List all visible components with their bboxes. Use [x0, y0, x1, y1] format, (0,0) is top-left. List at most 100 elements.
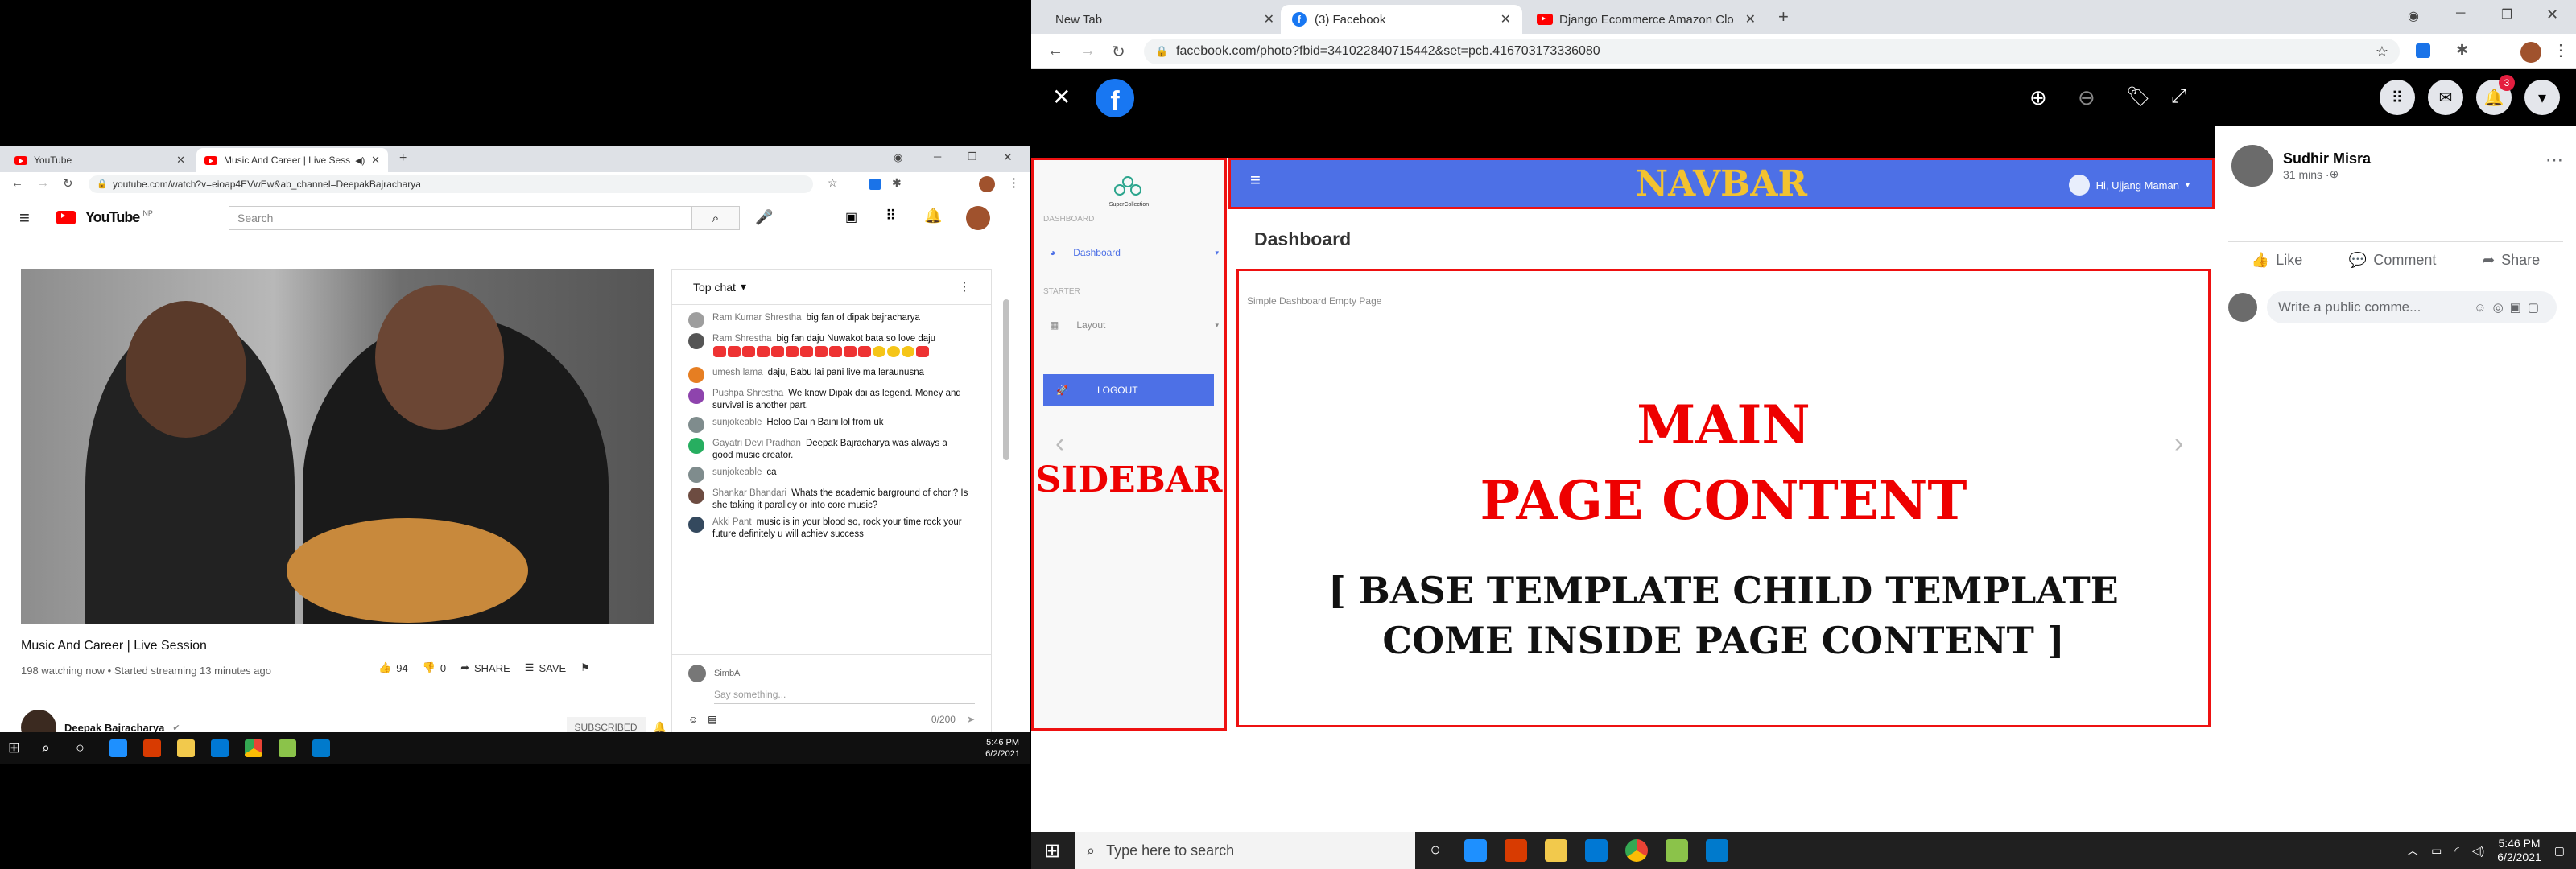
extension-icon[interactable] — [869, 179, 881, 190]
post-time[interactable]: 31 mins · — [2283, 168, 2330, 181]
network-icon[interactable]: ◜ — [2454, 844, 2458, 858]
maximize-icon[interactable]: ❐ — [2501, 6, 2512, 23]
close-window-icon[interactable]: ✕ — [1003, 150, 1013, 164]
flag-icon[interactable]: ⚑ — [580, 661, 590, 674]
emoji-icon[interactable]: ☺ — [688, 714, 698, 725]
tray-chevron-icon[interactable]: ︿ — [2407, 842, 2418, 859]
mail-icon[interactable] — [211, 739, 229, 757]
windows-start-icon[interactable]: ⊞ — [1044, 839, 1067, 862]
share-button[interactable]: ➦ Share — [2483, 252, 2540, 269]
create-video-icon[interactable]: ▣ — [845, 209, 857, 225]
forward-icon[interactable]: → — [1080, 42, 1096, 60]
sticker-icon[interactable]: ▤ — [708, 714, 716, 725]
search-button[interactable]: ⌕ — [691, 206, 740, 230]
apps-grid-icon[interactable]: ⠿ — [886, 208, 896, 224]
profile-avatar[interactable] — [979, 176, 995, 192]
tab-live-session[interactable]: Music And Career | Live Sess ◀) ✕ — [196, 148, 388, 172]
battery-icon[interactable]: ▭ — [2431, 844, 2442, 858]
reload-icon[interactable]: ↻ — [1112, 42, 1125, 62]
office-icon[interactable] — [1505, 839, 1527, 862]
close-icon[interactable]: ✕ — [371, 154, 380, 167]
like-button[interactable]: 👍 Like — [2252, 252, 2302, 269]
tab-search-icon[interactable]: ◉ — [894, 151, 902, 164]
url-field[interactable]: 🔒 facebook.com/photo?fbid=34102284071544… — [1144, 39, 2400, 64]
close-window-icon[interactable]: ✕ — [2546, 6, 2558, 23]
chat-input[interactable]: Say something... — [714, 689, 975, 704]
post-options-icon[interactable]: ⋯ — [2545, 150, 2563, 171]
minimize-icon[interactable]: ─ — [934, 150, 941, 163]
menu-grid-icon[interactable]: ⠿ — [2380, 80, 2415, 115]
search-input[interactable]: Search — [229, 206, 691, 230]
notifications-icon[interactable]: 🔔 3 — [2476, 75, 2515, 115]
left-clock[interactable]: 5:46 PM 6/2/2021 — [985, 737, 1020, 760]
office-icon[interactable] — [143, 739, 161, 757]
pycharm-icon[interactable] — [1666, 839, 1688, 862]
tab-youtube[interactable]: YouTube ✕ — [6, 148, 193, 172]
zoom-in-icon[interactable]: ⊕ — [2029, 85, 2047, 110]
search-icon[interactable]: ⌕ — [42, 739, 60, 757]
scrollbar[interactable] — [1003, 299, 1009, 460]
chrome-icon[interactable] — [1625, 839, 1648, 862]
comment-tools-icon[interactable]: ☺◎▣▢ — [2474, 300, 2545, 315]
tag-icon[interactable]: 🏷 — [2126, 85, 2150, 109]
taskbar-search-box[interactable]: ⌕ Type here to search — [1075, 832, 1415, 869]
dislike-button[interactable]: 👎 0 — [423, 661, 446, 674]
pycharm-icon[interactable] — [279, 739, 296, 757]
top-chat-dropdown[interactable]: Top chat ▾ — [693, 280, 746, 294]
post-author[interactable]: Sudhir Misra — [2283, 150, 2371, 167]
store-icon[interactable] — [1545, 839, 1567, 862]
bell-icon[interactable]: 🔔 — [924, 208, 942, 224]
menu-kebab-icon[interactable]: ⋮ — [1008, 175, 1020, 190]
save-button[interactable]: ☰ SAVE — [525, 661, 566, 674]
account-dropdown-icon[interactable]: ▾ — [2524, 80, 2560, 115]
previous-photo-icon[interactable]: ‹ — [1055, 428, 1064, 459]
forward-icon[interactable]: → — [37, 176, 49, 190]
reload-icon[interactable]: ↻ — [63, 176, 73, 191]
next-photo-icon[interactable]: › — [2174, 428, 2183, 459]
star-icon[interactable]: ☆ — [828, 176, 838, 190]
star-icon[interactable]: ☆ — [2376, 39, 2388, 64]
windows-start-icon[interactable]: ⊞ — [8, 739, 26, 757]
extension-icon[interactable] — [2416, 43, 2430, 58]
close-icon[interactable]: ✕ — [1745, 11, 1756, 27]
like-button[interactable]: 👍 94 — [378, 661, 408, 674]
comment-button[interactable]: 💬 Comment — [2349, 252, 2436, 269]
tab-facebook[interactable]: f (3) Facebook ✕ — [1281, 5, 1522, 34]
new-tab-icon[interactable]: + — [1778, 6, 1789, 27]
hamburger-icon[interactable]: ≡ — [19, 208, 30, 229]
puzzle-icon[interactable]: ✱ — [892, 176, 902, 190]
close-icon[interactable]: ✕ — [1501, 11, 1511, 27]
close-icon[interactable]: ✕ — [176, 154, 185, 167]
microphone-icon[interactable]: 🎤 — [755, 209, 773, 226]
send-icon[interactable]: ➤ — [967, 714, 975, 725]
close-icon[interactable]: ✕ — [1264, 11, 1274, 27]
vscode-icon[interactable] — [312, 739, 330, 757]
action-center-icon[interactable]: ▢ — [2554, 844, 2565, 858]
back-icon[interactable]: ← — [11, 176, 23, 190]
tab-django[interactable]: Django Ecommerce Amazon Clo ✕ — [1525, 5, 1767, 34]
tab-new-tab[interactable]: New Tab ✕ — [1044, 5, 1286, 34]
video-player[interactable] — [21, 269, 654, 624]
cortana-icon[interactable]: ○ — [1424, 839, 1447, 862]
volume-icon[interactable]: ◁) — [2472, 844, 2484, 858]
zoom-out-icon[interactable]: ⊖ — [2078, 85, 2095, 110]
cortana-icon[interactable]: ○ — [76, 739, 93, 757]
taskbar-clock[interactable]: 5:46 PM 6/2/2021 — [2497, 837, 2541, 864]
new-tab-icon[interactable]: + — [399, 151, 407, 166]
chrome-icon[interactable] — [245, 739, 262, 757]
facebook-logo-icon[interactable]: f — [1096, 79, 1134, 117]
fullscreen-icon[interactable]: ⤢ — [2171, 85, 2186, 108]
tab-search-icon[interactable]: ◉ — [2408, 8, 2419, 24]
chat-menu-icon[interactable]: ⋮ — [959, 280, 970, 294]
store-icon[interactable] — [177, 739, 195, 757]
author-avatar[interactable] — [2231, 145, 2273, 187]
comment-input[interactable]: Write a public comme... ☺◎▣▢ — [2267, 291, 2557, 323]
messenger-icon[interactable]: ✉ — [2428, 80, 2463, 115]
maximize-icon[interactable]: ❐ — [968, 150, 977, 163]
menu-kebab-icon[interactable]: ⋮ — [2553, 40, 2569, 60]
profile-avatar[interactable] — [2520, 42, 2541, 63]
close-viewer-icon[interactable]: ✕ — [1052, 84, 1071, 110]
url-field[interactable]: 🔒 youtube.com/watch?v=eioap4EVwEw&ab_cha… — [89, 175, 813, 193]
app-icon[interactable] — [1464, 839, 1487, 862]
back-icon[interactable]: ← — [1047, 42, 1063, 60]
